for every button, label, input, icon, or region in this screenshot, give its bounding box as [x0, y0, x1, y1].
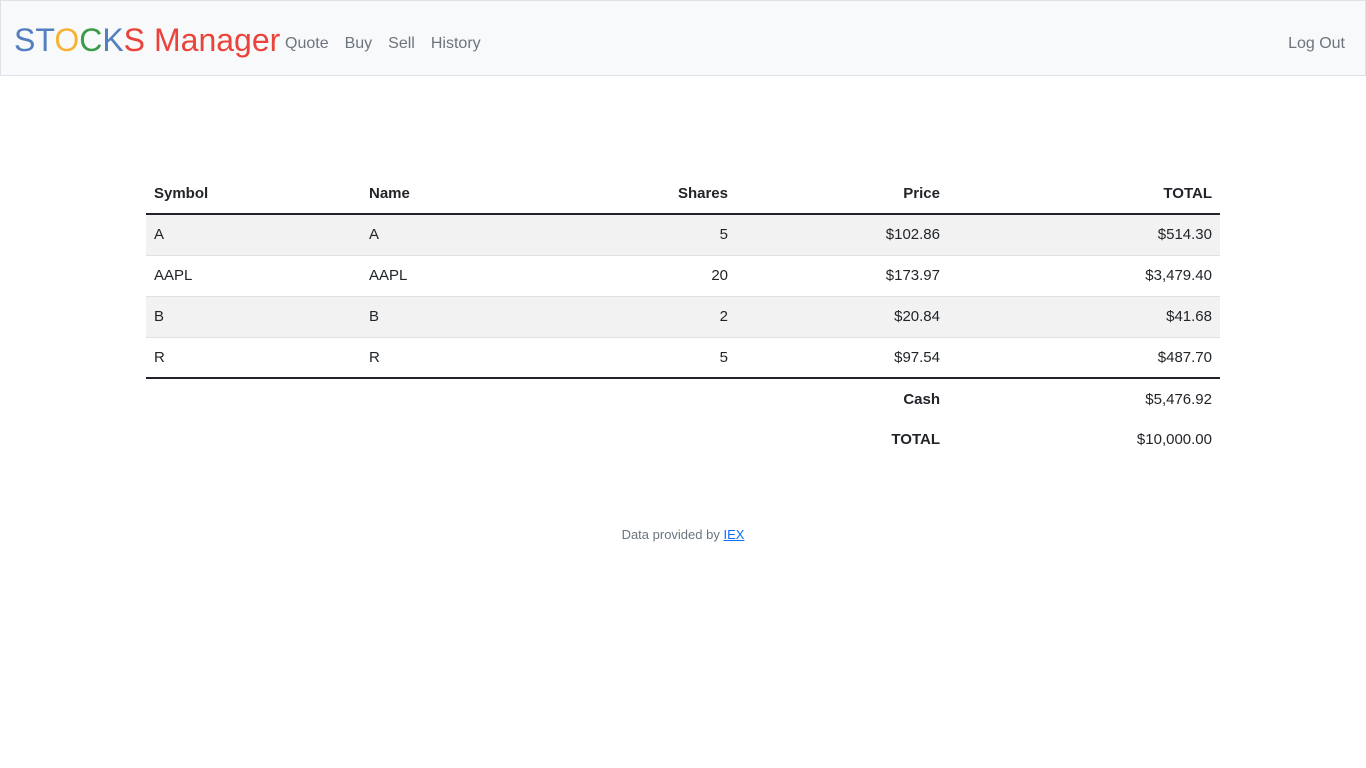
- table-row: A A 5 $102.86 $514.30: [146, 214, 1220, 255]
- cell-name: B: [361, 295, 576, 337]
- cell-total: $487.70: [948, 336, 1220, 378]
- cell-shares: 5: [576, 214, 736, 255]
- brand-word: Manager: [154, 22, 281, 58]
- nav-quote-link[interactable]: Quote: [285, 33, 329, 55]
- cell-price: $20.84: [736, 295, 948, 337]
- nav-buy-link[interactable]: Buy: [345, 33, 373, 55]
- logout-link[interactable]: Log Out: [1288, 33, 1345, 55]
- brand-letter: O: [54, 22, 80, 58]
- cell-total: $3,479.40: [948, 254, 1220, 296]
- cell-price: $173.97: [736, 254, 948, 296]
- cell-symbol: AAPL: [146, 254, 361, 296]
- table-row: R R 5 $97.54 $487.70: [146, 336, 1220, 378]
- header-total: TOTAL: [948, 174, 1220, 215]
- cell-price: $97.54: [736, 336, 948, 378]
- cell-shares: 20: [576, 254, 736, 296]
- brand-letter: S: [14, 22, 36, 58]
- cash-label: Cash: [736, 377, 948, 419]
- table-row: AAPL AAPL 20 $173.97 $3,479.40: [146, 254, 1220, 296]
- cash-row: Cash $5,476.92: [146, 377, 1220, 419]
- page-footer: Data provided by IEX: [0, 527, 1366, 542]
- iex-link[interactable]: IEX: [723, 527, 744, 542]
- brand-logo[interactable]: STOCKS Manager: [14, 20, 280, 60]
- cell-total: $41.68: [948, 295, 1220, 337]
- header-symbol: Symbol: [146, 174, 361, 215]
- footer-text: Data provided by: [621, 527, 724, 542]
- nav-history-link[interactable]: History: [431, 33, 481, 55]
- cell-name: R: [361, 336, 576, 378]
- cell-price: $102.86: [736, 214, 948, 255]
- cell-name: AAPL: [361, 254, 576, 296]
- brand-letter: T: [35, 22, 55, 58]
- cell-shares: 2: [576, 295, 736, 337]
- grand-total-row: TOTAL $10,000.00: [146, 419, 1220, 460]
- cell-symbol: B: [146, 295, 361, 337]
- cell-symbol: R: [146, 336, 361, 378]
- cash-value: $5,476.92: [948, 377, 1220, 419]
- brand-letter: K: [102, 22, 124, 58]
- cell-total: $514.30: [948, 214, 1220, 255]
- brand-letter: C: [79, 22, 103, 58]
- navbar: STOCKS Manager Quote Buy Sell History Log…: [0, 0, 1366, 76]
- header-name: Name: [361, 174, 576, 215]
- cell-symbol: A: [146, 214, 361, 255]
- header-shares: Shares: [576, 174, 736, 215]
- nav-sell-link[interactable]: Sell: [388, 33, 415, 55]
- table-header-row: Symbol Name Shares Price TOTAL: [146, 174, 1220, 215]
- nav-links: Quote Buy Sell History: [285, 33, 497, 55]
- cell-name: A: [361, 214, 576, 255]
- brand-letter: S: [123, 22, 145, 58]
- portfolio-table: Symbol Name Shares Price TOTAL A A 5 $10…: [146, 174, 1220, 460]
- grand-total-value: $10,000.00: [1136, 431, 1212, 448]
- grand-total-label: TOTAL: [891, 431, 940, 448]
- table-row: B B 2 $20.84 $41.68: [146, 295, 1220, 337]
- cell-shares: 5: [576, 336, 736, 378]
- header-price: Price: [736, 174, 948, 215]
